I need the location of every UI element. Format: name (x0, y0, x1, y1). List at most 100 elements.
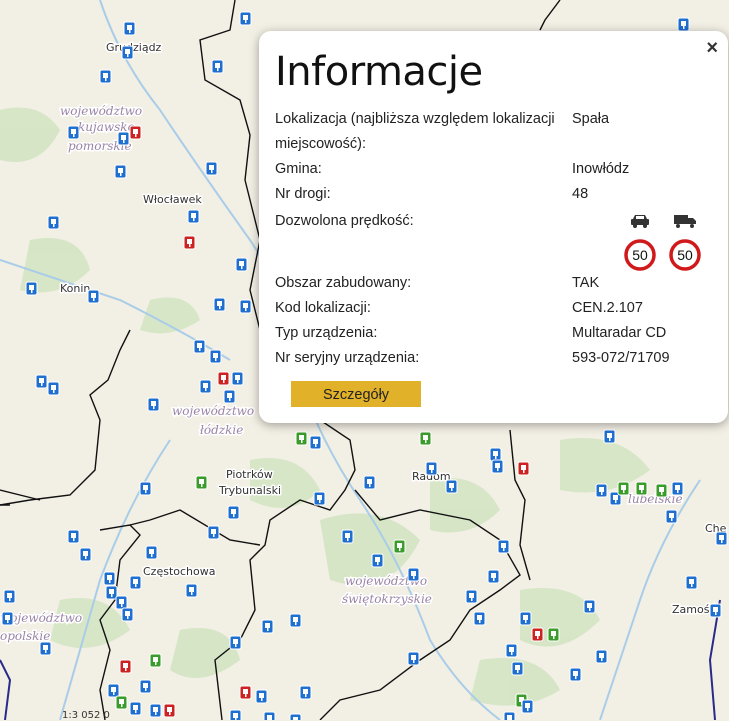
camera-marker[interactable] (67, 529, 80, 544)
camera-marker[interactable] (121, 607, 134, 622)
camera-marker[interactable] (129, 575, 142, 590)
camera-marker[interactable] (79, 547, 92, 562)
camera-marker[interactable] (635, 481, 648, 496)
camera-marker[interactable] (665, 509, 678, 524)
camera-marker[interactable] (207, 525, 220, 540)
camera-marker[interactable] (261, 619, 274, 634)
camera-marker[interactable] (425, 461, 438, 476)
camera-marker[interactable] (35, 374, 48, 389)
camera-marker[interactable] (117, 131, 130, 146)
camera-marker[interactable] (114, 164, 127, 179)
camera-marker[interactable] (183, 235, 196, 250)
camera-marker[interactable] (211, 59, 224, 74)
camera-marker[interactable] (263, 711, 276, 720)
camera-marker[interactable] (213, 297, 226, 312)
camera-marker[interactable] (505, 643, 518, 658)
camera-marker[interactable] (445, 479, 458, 494)
camera-marker[interactable] (289, 713, 302, 720)
camera-marker[interactable] (489, 447, 502, 462)
camera-marker[interactable] (229, 635, 242, 650)
camera-marker[interactable] (341, 529, 354, 544)
camera-marker[interactable] (715, 531, 728, 546)
camera-marker[interactable] (363, 475, 376, 490)
close-icon[interactable]: × (706, 35, 718, 61)
camera-marker[interactable] (465, 589, 478, 604)
camera-marker[interactable] (229, 709, 242, 720)
camera-marker[interactable] (105, 585, 118, 600)
camera-marker[interactable] (521, 699, 534, 714)
camera-marker[interactable] (295, 431, 308, 446)
camera-marker[interactable] (419, 431, 432, 446)
camera-marker[interactable] (145, 545, 158, 560)
camera-marker[interactable] (115, 595, 128, 610)
camera-marker[interactable] (193, 339, 206, 354)
camera-marker[interactable] (223, 389, 236, 404)
camera-marker[interactable] (87, 289, 100, 304)
camera-marker[interactable] (519, 611, 532, 626)
camera-marker[interactable] (309, 435, 322, 450)
camera-marker[interactable] (195, 475, 208, 490)
camera-marker[interactable] (1, 611, 14, 626)
camera-marker[interactable] (129, 701, 142, 716)
camera-marker[interactable] (603, 429, 616, 444)
camera-marker[interactable] (121, 45, 134, 60)
camera-marker[interactable] (149, 653, 162, 668)
camera-marker[interactable] (685, 575, 698, 590)
camera-marker[interactable] (709, 603, 722, 618)
camera-marker[interactable] (139, 481, 152, 496)
camera-marker[interactable] (595, 483, 608, 498)
camera-marker[interactable] (235, 257, 248, 272)
details-button[interactable]: Szczegóły (291, 381, 421, 407)
camera-marker[interactable] (129, 125, 142, 140)
camera-marker[interactable] (393, 539, 406, 554)
camera-marker[interactable] (47, 215, 60, 230)
camera-marker[interactable] (205, 161, 218, 176)
camera-marker[interactable] (511, 661, 524, 676)
camera-marker[interactable] (503, 711, 516, 720)
camera-marker[interactable] (487, 569, 500, 584)
camera-marker[interactable] (231, 371, 244, 386)
camera-marker[interactable] (187, 209, 200, 224)
camera-marker[interactable] (473, 611, 486, 626)
camera-marker[interactable] (115, 695, 128, 710)
camera-marker[interactable] (139, 679, 152, 694)
camera-marker[interactable] (255, 689, 268, 704)
camera-marker[interactable] (47, 381, 60, 396)
camera-marker[interactable] (239, 299, 252, 314)
camera-marker[interactable] (583, 599, 596, 614)
camera-marker[interactable] (217, 371, 230, 386)
camera-marker[interactable] (239, 685, 252, 700)
camera-marker[interactable] (491, 459, 504, 474)
camera-marker[interactable] (569, 667, 582, 682)
camera-marker[interactable] (185, 583, 198, 598)
camera-marker[interactable] (103, 571, 116, 586)
camera-marker[interactable] (107, 683, 120, 698)
camera-marker[interactable] (209, 349, 222, 364)
camera-marker[interactable] (99, 69, 112, 84)
camera-marker[interactable] (655, 483, 668, 498)
camera-marker[interactable] (147, 397, 160, 412)
camera-marker[interactable] (67, 125, 80, 140)
camera-marker[interactable] (227, 505, 240, 520)
camera-marker[interactable] (163, 703, 176, 718)
camera-marker[interactable] (407, 567, 420, 582)
camera-marker[interactable] (123, 21, 136, 36)
camera-marker[interactable] (407, 651, 420, 666)
camera-marker[interactable] (371, 553, 384, 568)
camera-marker[interactable] (239, 11, 252, 26)
camera-marker[interactable] (617, 481, 630, 496)
camera-marker[interactable] (289, 613, 302, 628)
camera-marker[interactable] (199, 379, 212, 394)
camera-marker[interactable] (517, 461, 530, 476)
camera-marker[interactable] (547, 627, 560, 642)
camera-marker[interactable] (119, 659, 132, 674)
camera-marker[interactable] (149, 703, 162, 718)
camera-marker[interactable] (3, 589, 16, 604)
camera-marker[interactable] (299, 685, 312, 700)
camera-marker[interactable] (677, 17, 690, 32)
camera-marker[interactable] (25, 281, 38, 296)
camera-marker[interactable] (671, 481, 684, 496)
camera-marker[interactable] (531, 627, 544, 642)
camera-marker[interactable] (595, 649, 608, 664)
camera-marker[interactable] (39, 641, 52, 656)
